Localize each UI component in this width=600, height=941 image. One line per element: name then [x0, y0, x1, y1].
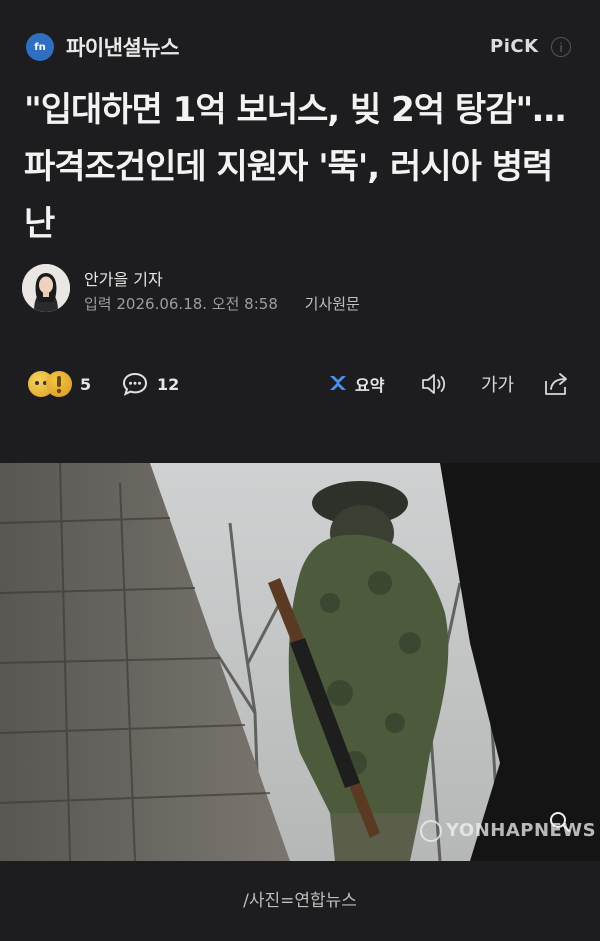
press-name[interactable]: 파이낸셜뉴스	[66, 32, 179, 62]
reaction-count: 5	[80, 374, 92, 394]
input-label: 입력	[84, 295, 112, 313]
info-icon[interactable]: i	[551, 37, 571, 57]
pick-label[interactable]: PiCK	[490, 36, 539, 57]
original-article-link[interactable]: 기사원문	[305, 295, 360, 313]
yonhap-logo-icon	[420, 820, 442, 842]
top-bar: fn 파이낸셜뉴스 PiCK i	[0, 0, 600, 90]
comment-icon	[122, 372, 148, 396]
comment-button[interactable]: 12	[121, 366, 179, 402]
font-size-button[interactable]: 가가	[481, 366, 514, 402]
article-meta: 입력 2026.06.18. 오전 8:58 기사원문	[84, 293, 360, 314]
text-to-speech-button[interactable]	[420, 366, 452, 402]
summary-icon	[330, 376, 346, 390]
comment-count: 12	[157, 374, 180, 394]
photo-watermark: YONHAPNEWS	[420, 820, 596, 842]
publish-datetime: 2026.06.18. 오전 8:58	[116, 295, 278, 313]
action-bar: 5 12 요약 가가	[0, 366, 600, 406]
photo-caption: /사진=연합뉴스	[243, 891, 357, 911]
summary-button[interactable]: 요약	[327, 366, 384, 402]
share-button[interactable]	[541, 366, 573, 402]
share-icon	[545, 373, 567, 395]
font-size-icon: 가가	[481, 375, 515, 396]
reaction-emoji-icon	[24, 366, 72, 402]
article-photo[interactable]	[0, 463, 600, 861]
avatar[interactable]	[22, 264, 70, 312]
reaction-button[interactable]: 5	[24, 366, 91, 402]
author-section: 안가을 기자 입력 2026.06.18. 오전 8:58 기사원문	[22, 264, 582, 324]
speaker-icon	[422, 374, 446, 394]
article-title: "입대하면 1억 보너스, 빚 2억 탕감"…파격조건인데 지원자 '뚝', 러…	[24, 90, 566, 244]
press-logo[interactable]: fn	[26, 33, 54, 61]
author-name[interactable]: 안가을 기자	[84, 266, 163, 290]
summary-label: 요약	[355, 376, 385, 395]
